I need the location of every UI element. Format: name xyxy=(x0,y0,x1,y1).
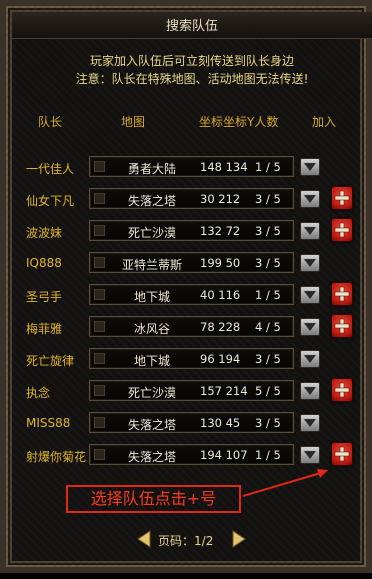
page-indicator: 页码：1/2 xyxy=(158,532,213,549)
page-label: 页码： xyxy=(158,534,195,548)
pager: 页码：1/2 xyxy=(136,529,246,549)
team-search-window: 搜索队伍 玩家加入队伍后可立刻传送到队长身边 注意：队长在特殊地图、活动地图无法… xyxy=(0,0,372,573)
arrow-left-icon xyxy=(137,530,151,548)
callout-arrow xyxy=(242,469,328,497)
arrow-right-icon xyxy=(232,530,246,548)
page-number: 1/2 xyxy=(194,534,214,548)
next-page-button[interactable] xyxy=(231,529,247,549)
prev-page-button[interactable] xyxy=(136,529,152,549)
